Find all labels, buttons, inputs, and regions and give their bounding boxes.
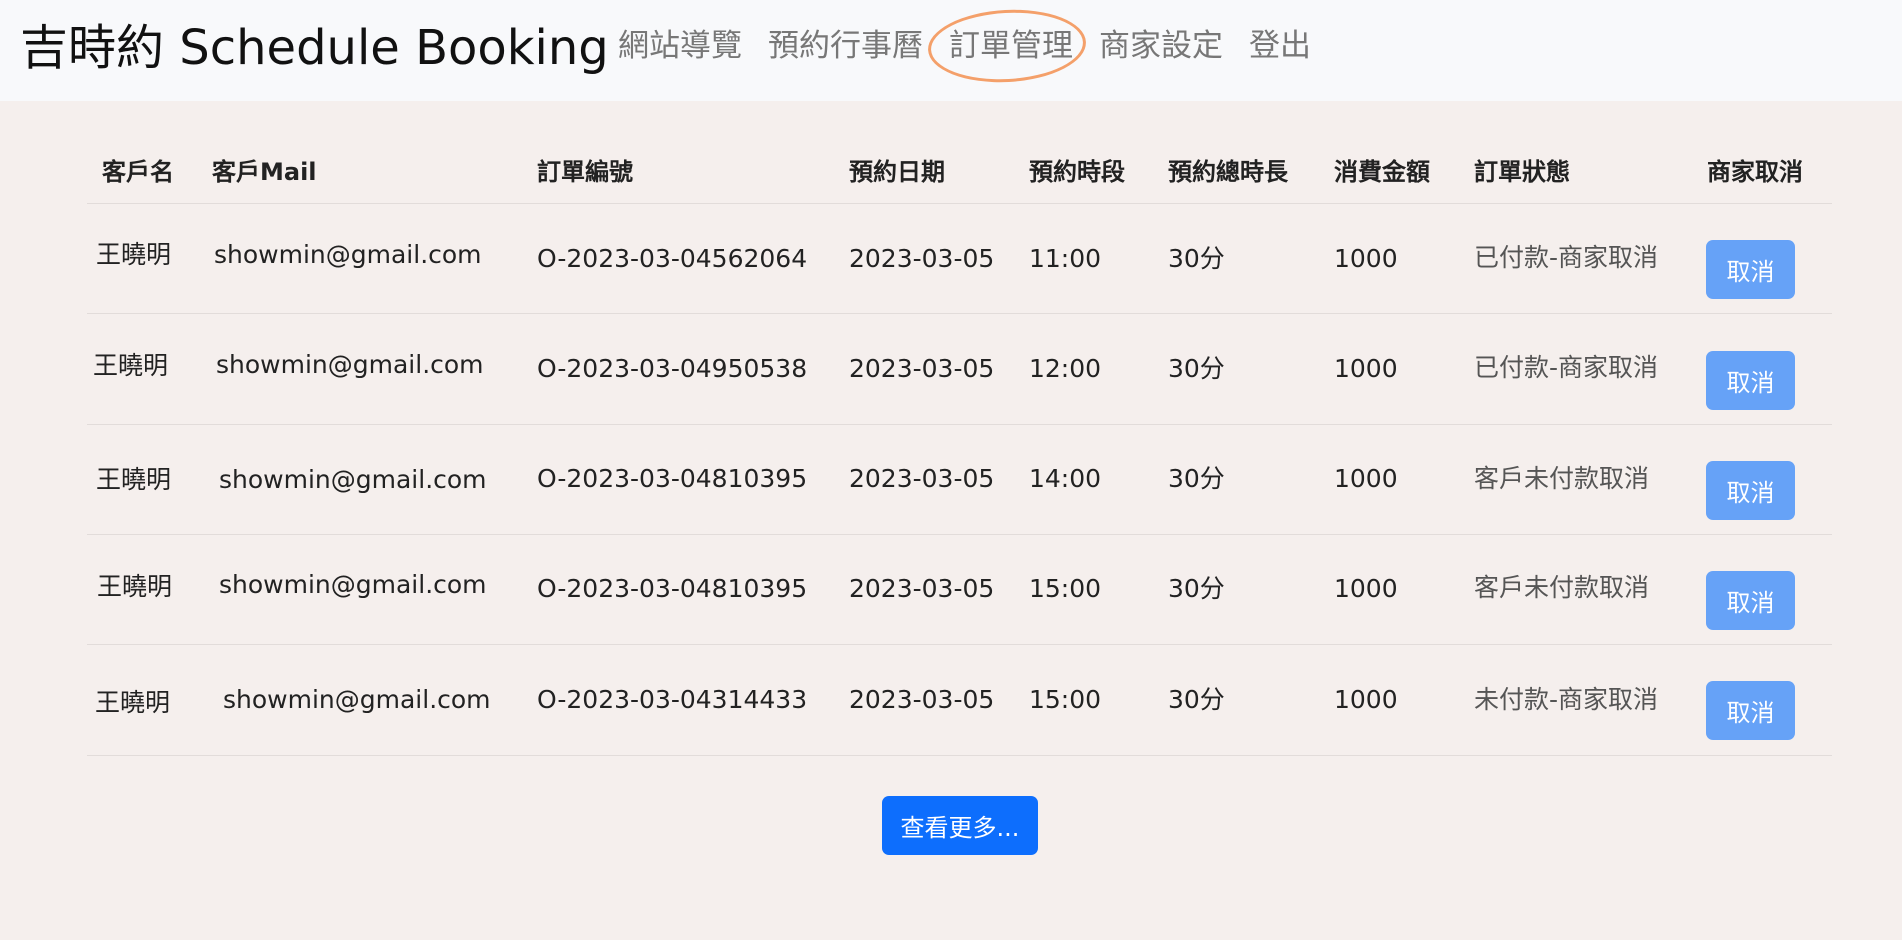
cell-order-id: O-2023-03-04810395 — [537, 574, 808, 603]
col-header-amount: 消費金額 — [1334, 158, 1430, 186]
col-header-date: 預約日期 — [849, 158, 945, 186]
navbar: 吉時約 Schedule Booking 網站導覽 預約行事曆 訂單管理 商家設… — [0, 0, 1902, 101]
cell-order-id: O-2023-03-04314433 — [537, 685, 808, 714]
col-header-customer-name: 客戶名 — [102, 158, 174, 186]
cell-customer-name: 王曉明 — [96, 240, 172, 269]
cell-order-id: O-2023-03-04810395 — [537, 464, 808, 493]
cell-customer-name: 王曉明 — [93, 351, 169, 380]
cell-amount: 1000 — [1334, 354, 1398, 383]
cell-date: 2023-03-05 — [849, 244, 995, 273]
cell-duration: 30分 — [1168, 574, 1225, 603]
col-header-order-id: 訂單編號 — [537, 158, 633, 186]
cell-time: 11:00 — [1029, 244, 1102, 273]
cancel-button[interactable]: 取消 — [1706, 571, 1795, 630]
cancel-button[interactable]: 取消 — [1706, 351, 1795, 410]
cell-duration: 30分 — [1168, 244, 1225, 273]
row-divider — [87, 424, 1832, 425]
cell-customer-mail: showmin@gmail.com — [219, 570, 487, 599]
row-divider — [87, 755, 1832, 756]
row-divider — [87, 313, 1832, 314]
cancel-button[interactable]: 取消 — [1706, 461, 1795, 520]
cell-date: 2023-03-05 — [849, 574, 995, 603]
cancel-button[interactable]: 取消 — [1706, 240, 1795, 299]
cell-time: 15:00 — [1029, 685, 1102, 714]
cell-status: 已付款-商家取消 — [1474, 353, 1659, 382]
nav-merchant-settings[interactable]: 商家設定 — [1099, 26, 1223, 66]
row-divider — [87, 644, 1832, 645]
col-header-merchant-cancel: 商家取消 — [1707, 158, 1803, 186]
brand-title[interactable]: 吉時約 Schedule Booking — [20, 16, 609, 80]
cell-duration: 30分 — [1168, 685, 1225, 714]
cell-customer-mail: showmin@gmail.com — [223, 685, 491, 714]
cell-time: 12:00 — [1029, 354, 1102, 383]
cell-amount: 1000 — [1334, 464, 1398, 493]
cell-status: 客戶未付款取消 — [1474, 573, 1650, 602]
cell-amount: 1000 — [1334, 244, 1398, 273]
cell-order-id: O-2023-03-04562064 — [537, 244, 808, 273]
nav-site-guide[interactable]: 網站導覽 — [618, 26, 742, 66]
col-header-duration: 預約總時長 — [1168, 158, 1288, 186]
cell-customer-mail: showmin@gmail.com — [216, 350, 484, 379]
header-divider — [87, 203, 1832, 204]
cell-status: 未付款-商家取消 — [1474, 685, 1659, 714]
cell-date: 2023-03-05 — [849, 685, 995, 714]
cell-customer-name: 王曉明 — [96, 465, 172, 494]
row-divider — [87, 534, 1832, 535]
cell-date: 2023-03-05 — [849, 464, 995, 493]
cell-duration: 30分 — [1168, 464, 1225, 493]
cell-status: 已付款-商家取消 — [1474, 243, 1659, 272]
cancel-button[interactable]: 取消 — [1706, 681, 1795, 740]
load-more-button[interactable]: 查看更多... — [882, 796, 1038, 855]
nav-order-management[interactable]: 訂單管理 — [949, 26, 1073, 66]
cell-order-id: O-2023-03-04950538 — [537, 354, 808, 383]
cell-customer-mail: showmin@gmail.com — [219, 465, 487, 494]
nav-booking-calendar[interactable]: 預約行事曆 — [768, 26, 923, 66]
cell-time: 14:00 — [1029, 464, 1102, 493]
cell-customer-name: 王曉明 — [95, 688, 171, 717]
cell-duration: 30分 — [1168, 354, 1225, 383]
cell-customer-mail: showmin@gmail.com — [214, 240, 482, 269]
col-header-time: 預約時段 — [1029, 158, 1125, 186]
col-header-status: 訂單狀態 — [1474, 158, 1570, 186]
cell-time: 15:00 — [1029, 574, 1102, 603]
cell-amount: 1000 — [1334, 685, 1398, 714]
cell-amount: 1000 — [1334, 574, 1398, 603]
col-header-customer-mail: 客戶Mail — [212, 158, 317, 186]
nav-logout[interactable]: 登出 — [1249, 26, 1311, 66]
cell-date: 2023-03-05 — [849, 354, 995, 383]
cell-customer-name: 王曉明 — [97, 572, 173, 601]
cell-status: 客戶未付款取消 — [1474, 464, 1650, 493]
